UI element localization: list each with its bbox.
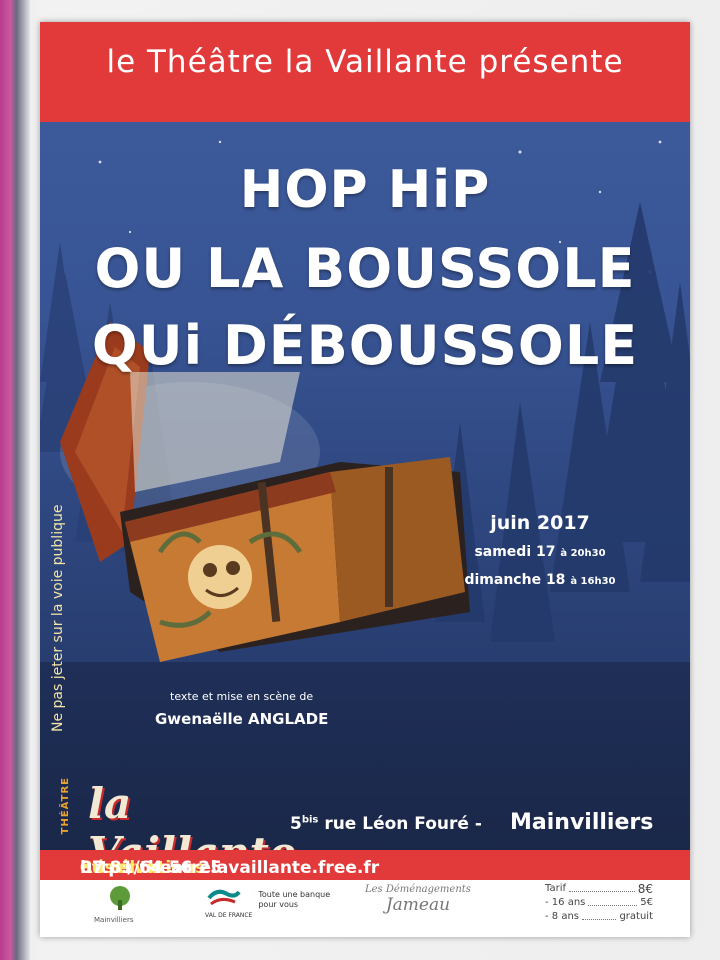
mainvilliers-logo-icon: [110, 886, 130, 910]
date-sunday-label: dimanche 18: [464, 572, 566, 588]
side-note: Ne pas jeter sur la voie publique: [50, 504, 66, 732]
credit-agricole-logo-icon: [207, 889, 241, 906]
jameau-line1: Les Déménagements: [365, 884, 471, 895]
address-street: rue Léon Fouré -: [324, 814, 482, 834]
folder-edge: [0, 0, 30, 960]
price-row: Tarif 8€: [545, 882, 653, 896]
sponsor-footer: Mainvilliers VAL DE FRANCE Toute une ban…: [40, 880, 690, 937]
date-sunday: dimanche 18 à 16h30: [460, 572, 620, 588]
show-title-line1: HOP HiP: [239, 160, 491, 220]
sponsor-mainvilliers-label: Mainvilliers: [94, 916, 134, 924]
address-number: 5: [290, 814, 302, 834]
price-label: Tarif: [545, 883, 566, 894]
sponsor-mainvilliers: Mainvilliers: [94, 884, 140, 924]
address-city: Mainvilliers: [510, 810, 654, 835]
date-month: juin 2017: [490, 512, 590, 534]
price-row: - 16 ans 5€: [545, 896, 653, 910]
price-value: 8€: [637, 882, 653, 896]
show-title-line3: QUi DÉBOUSSOLE: [91, 314, 639, 377]
sponsor-jameau: Les Déménagements Jameau: [365, 884, 471, 915]
jameau-line2: Jameau: [385, 895, 451, 915]
logo-small-text: THÉÂTRE: [60, 777, 71, 835]
banner-text: le Théâtre la Vaillante présente: [106, 44, 624, 80]
credit-author: Gwenaëlle ANGLADE: [155, 710, 328, 728]
header-banner: le Théâtre la Vaillante présente: [40, 22, 690, 122]
date-saturday-time: à 20h30: [560, 548, 606, 559]
price-list: Tarif 8€ - 16 ans 5€ - 8 ans gratuit: [545, 882, 653, 924]
sponsor-credit-agricole: VAL DE FRANCE Toute une banque pour vous: [205, 886, 330, 919]
credit-agricole-slogan-1: Toute une banque: [258, 890, 331, 899]
reservations-bar: Réservations : http://theatrelavaillante…: [40, 850, 690, 880]
price-value: 5€: [640, 897, 653, 908]
show-title-line2: OU LA BOUSSOLE: [94, 237, 636, 300]
credit-agricole-slogan-2: pour vous: [258, 900, 299, 909]
date-sunday-time: à 16h30: [570, 576, 616, 587]
price-value: gratuit: [619, 911, 653, 922]
price-label: - 8 ans: [545, 911, 580, 922]
price-label: - 16 ans: [545, 897, 586, 908]
price-row: - 8 ans gratuit: [545, 910, 653, 924]
reservations-phone[interactable]: 07 81 64 56 25: [80, 858, 222, 878]
date-saturday: samedi 17 à 20h30: [460, 544, 620, 560]
credit-label: texte et mise en scène de: [170, 690, 314, 703]
theatre-logo: THÉÂTRE la Vaillante: [58, 767, 296, 877]
author-first-name: Gwenaëlle: [155, 710, 243, 728]
date-saturday-label: samedi 17: [474, 544, 556, 560]
poster: le Théâtre la Vaillante présente HOP HiP…: [40, 22, 690, 937]
address: 5bis rue Léon Fouré -: [290, 814, 482, 834]
address-sup: bis: [301, 814, 319, 826]
credit-agricole-name: VAL DE FRANCE: [205, 912, 253, 919]
author-last-name: ANGLADE: [248, 710, 329, 728]
